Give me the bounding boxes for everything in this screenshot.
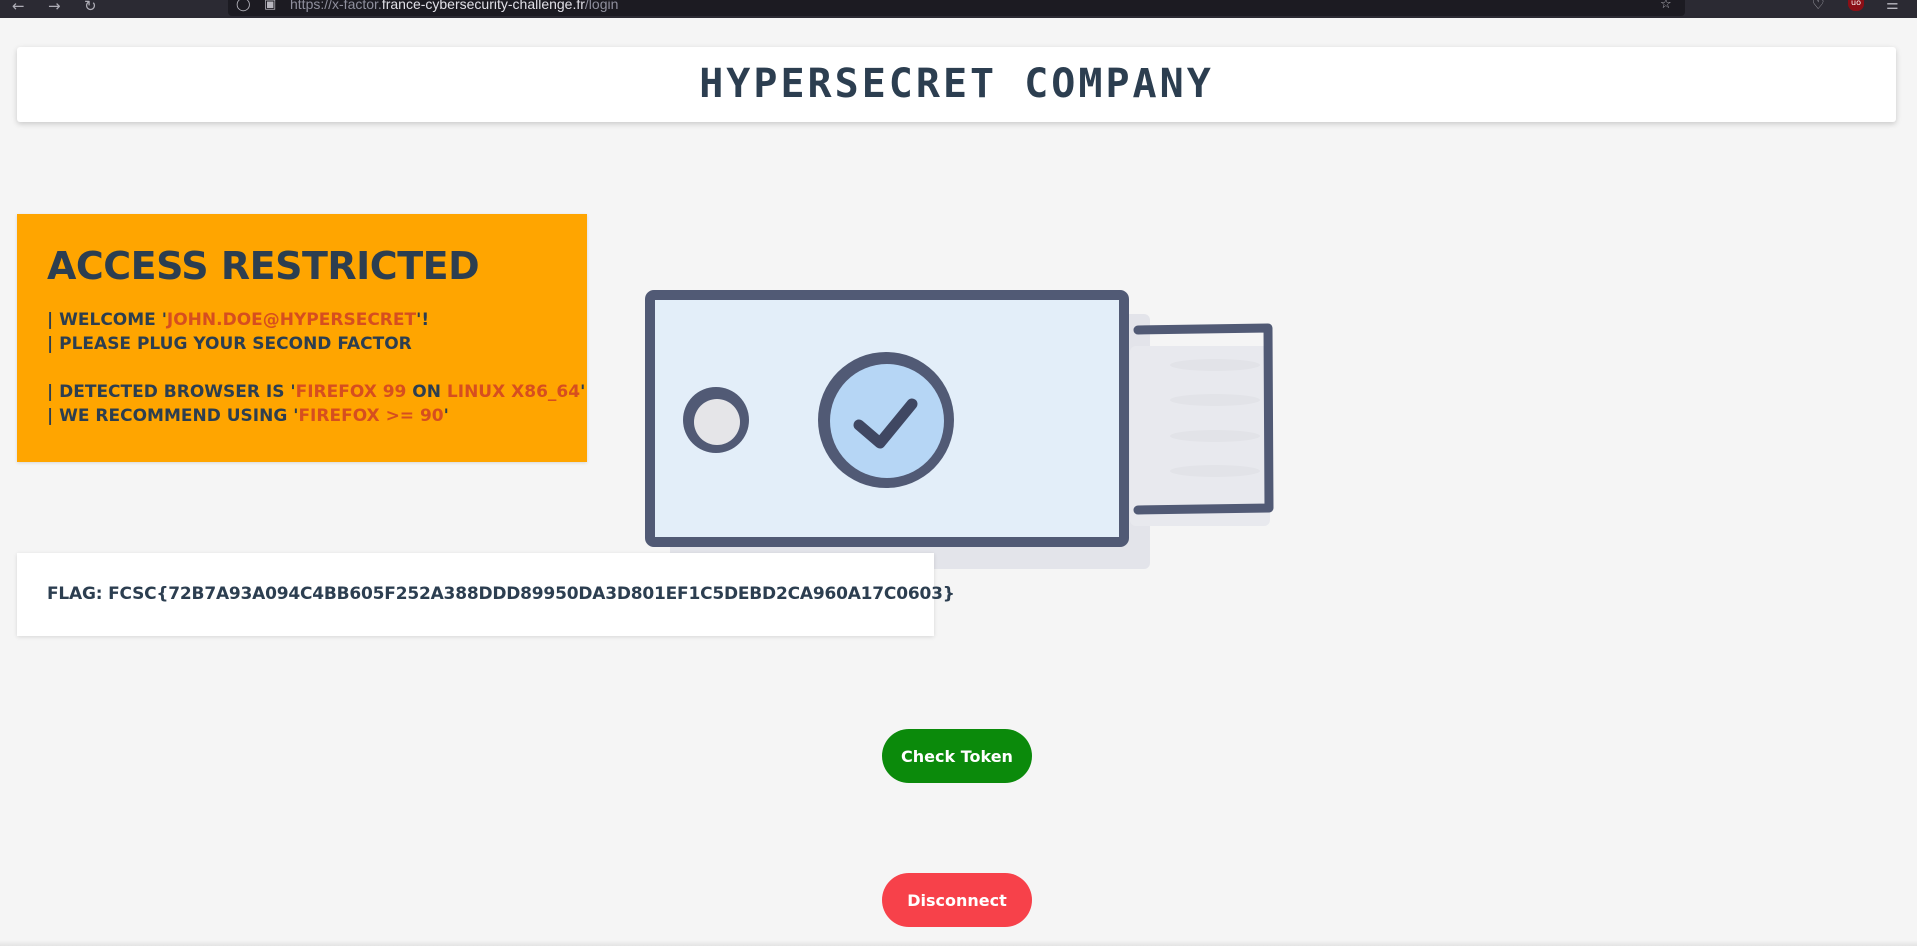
touch-button bbox=[830, 364, 944, 478]
check-token-button[interactable]: Check Token bbox=[882, 729, 1032, 783]
recommend-prefix: | WE RECOMMEND USING ' bbox=[47, 406, 299, 426]
url-text[interactable]: https://x-factor.france-cybersecurity-ch… bbox=[290, 0, 618, 12]
company-title: HYPERSECRET COMPANY bbox=[699, 61, 1214, 107]
recommend-line: | WE RECOMMEND USING 'FIREFOX >= 90' bbox=[47, 404, 587, 428]
site-header: HYPERSECRET COMPANY bbox=[17, 47, 1896, 122]
shield-icon[interactable]: ◯ bbox=[236, 0, 251, 12]
welcome-suffix: '! bbox=[416, 310, 430, 330]
flag-text: FLAG: FCSC{72B7A93A094C4BB605F252A388DDD… bbox=[47, 584, 955, 604]
ublock-icon[interactable]: uo bbox=[1848, 0, 1864, 11]
plug-line: | PLEASE PLUG YOUR SECOND FACTOR bbox=[47, 334, 412, 354]
address-bar[interactable]: ◯ ▣ https://x-factor.france-cybersecurit… bbox=[228, 0, 1685, 16]
detected-line: | DETECTED BROWSER IS 'FIREFOX 99 ON LIN… bbox=[47, 380, 587, 404]
access-title: ACCESS RESTRICTED bbox=[47, 244, 480, 288]
url-prefix: https://x-factor. bbox=[290, 0, 382, 12]
detected-browser: FIREFOX 99 bbox=[295, 382, 407, 402]
flag-box: FLAG: FCSC{72B7A93A094C4BB605F252A388DDD… bbox=[17, 553, 955, 636]
access-messages: | WELCOME 'JOHN.DOE@HYPERSECRET'! | PLEA… bbox=[47, 308, 587, 428]
hamburger-menu-icon[interactable]: ☰ bbox=[1886, 0, 1899, 12]
detected-on: ON bbox=[406, 382, 447, 402]
stripe bbox=[1170, 394, 1260, 406]
stripe bbox=[1170, 430, 1260, 442]
url-host: france-cybersecurity-challenge.fr bbox=[381, 0, 585, 12]
lock-icon[interactable]: ▣ bbox=[264, 0, 276, 12]
reload-icon[interactable]: ↻ bbox=[84, 0, 97, 14]
detected-os: LINUX X86_64 bbox=[446, 382, 581, 402]
welcome-line: | WELCOME 'JOHN.DOE@HYPERSECRET'! bbox=[47, 308, 587, 332]
pocket-icon[interactable]: ♡ bbox=[1812, 0, 1825, 12]
page-bottom-edge bbox=[0, 940, 1917, 946]
arrow-right-icon[interactable]: → bbox=[48, 0, 61, 14]
security-key-illustration bbox=[645, 290, 1274, 569]
welcome-prefix: | WELCOME ' bbox=[47, 310, 167, 330]
stripe bbox=[1170, 359, 1260, 371]
detected-suffix: ' bbox=[580, 382, 586, 402]
stripe bbox=[1170, 465, 1260, 477]
recommend-suffix: ' bbox=[443, 406, 449, 426]
url-path: /login bbox=[584, 0, 619, 12]
arrow-left-icon[interactable]: ← bbox=[12, 0, 25, 14]
welcome-user: JOHN.DOE@HYPERSECRET bbox=[166, 310, 417, 330]
star-icon[interactable]: ☆ bbox=[1660, 0, 1672, 12]
disconnect-button[interactable]: Disconnect bbox=[882, 873, 1032, 927]
access-restricted-panel: ACCESS RESTRICTED | WELCOME 'JOHN.DOE@HY… bbox=[17, 214, 587, 462]
detected-prefix: | DETECTED BROWSER IS ' bbox=[47, 382, 296, 402]
recommend-browser: FIREFOX >= 90 bbox=[298, 406, 444, 426]
led-icon bbox=[694, 399, 740, 445]
browser-toolbar: ← → ↻ ◯ ▣ https://x-factor.france-cybers… bbox=[0, 0, 1917, 18]
